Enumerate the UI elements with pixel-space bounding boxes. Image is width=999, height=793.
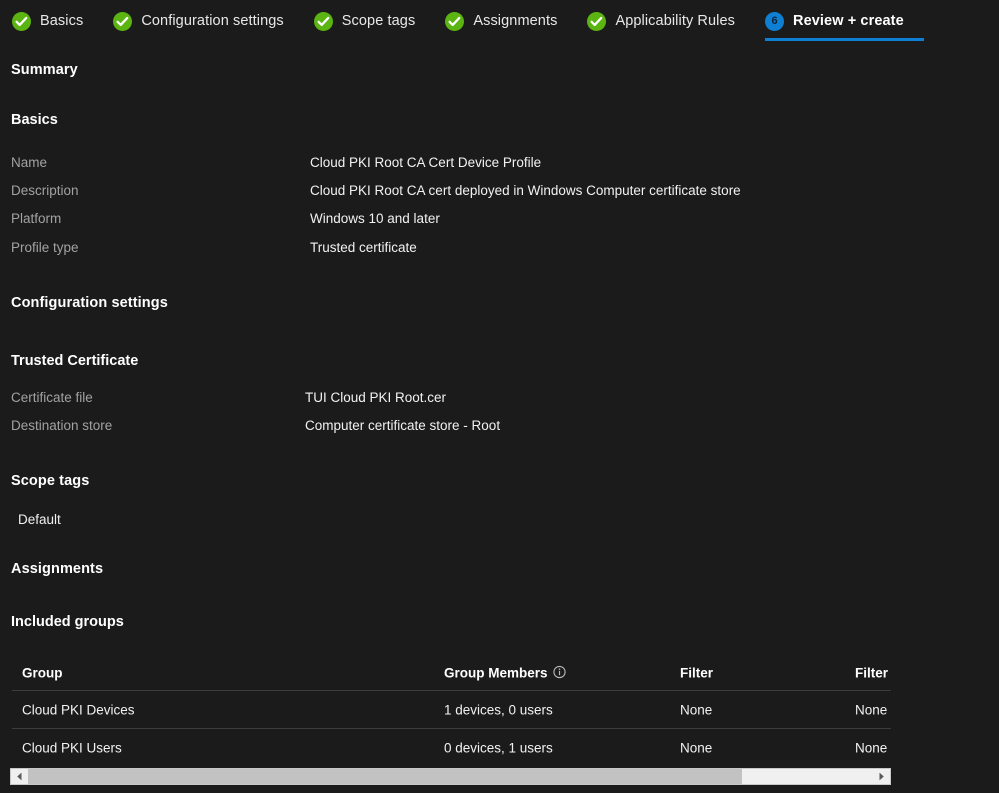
table-row[interactable]: Cloud PKI Devices 1 devices, 0 users Non…: [0, 691, 891, 729]
tab-label: Assignments: [473, 13, 558, 29]
basics-label-description: Description: [11, 183, 79, 198]
table-row[interactable]: Cloud PKI Users 0 devices, 1 users None …: [0, 729, 891, 767]
basics-value-name: Cloud PKI Root CA Cert Device Profile: [310, 155, 542, 170]
config-value-destination-store: Computer certificate store - Root: [305, 418, 501, 433]
config-label-certificate-file: Certificate file: [11, 390, 93, 405]
table-header-row: Group Group Members Filter Filter: [0, 655, 891, 691]
included-groups-table: Group Group Members Filter Filter Cloud …: [0, 655, 891, 767]
cell-filter-mode: None: [680, 740, 713, 756]
info-icon[interactable]: [552, 665, 566, 679]
configuration-settings-heading: Configuration settings: [11, 295, 168, 311]
check-circle-icon: [445, 11, 465, 31]
check-circle-icon: [113, 11, 133, 31]
review-create-page: Basics Configuration settings Scope tags…: [0, 0, 999, 793]
cell-group-members: 0 devices, 1 users: [444, 740, 553, 756]
scroll-right-button[interactable]: [873, 769, 890, 784]
scope-tag-item: Default: [18, 512, 61, 527]
check-circle-icon: [313, 11, 333, 31]
tab-assignments[interactable]: Assignments: [445, 0, 557, 42]
tab-label: Basics: [40, 13, 84, 29]
step-number-badge: 6: [765, 11, 785, 31]
basics-value-platform: Windows 10 and later: [310, 211, 440, 226]
summary-heading: Summary: [11, 62, 78, 78]
cell-group: Cloud PKI Devices: [22, 702, 135, 718]
cell-group: Cloud PKI Users: [22, 740, 122, 756]
tab-label: Configuration settings: [141, 13, 284, 29]
cell-filter-name: None: [855, 740, 888, 756]
wizard-tabstrip: Basics Configuration settings Scope tags…: [0, 0, 999, 42]
column-header-group[interactable]: Group: [22, 666, 63, 681]
column-header-filter-name[interactable]: Filter: [855, 666, 888, 681]
config-label-destination-store: Destination store: [11, 418, 113, 433]
included-groups-heading: Included groups: [11, 614, 124, 630]
column-header-filter-mode[interactable]: Filter: [680, 666, 713, 681]
tab-scope-tags[interactable]: Scope tags: [313, 0, 416, 42]
cell-filter-name: None: [855, 702, 888, 718]
check-circle-icon: [587, 11, 607, 31]
check-circle-icon: [12, 11, 31, 31]
column-header-group-members[interactable]: Group Members: [444, 666, 566, 681]
tab-applicability-rules[interactable]: Applicability Rules: [587, 0, 735, 42]
scrollbar-thumb[interactable]: [28, 769, 743, 784]
tab-configuration-settings[interactable]: Configuration settings: [113, 0, 284, 42]
scrollbar-track[interactable]: [28, 769, 873, 784]
scope-tags-heading: Scope tags: [11, 473, 90, 489]
chevron-right-icon: [879, 772, 884, 781]
tab-basics[interactable]: Basics: [12, 0, 83, 42]
basics-value-description: Cloud PKI Root CA cert deployed in Windo…: [310, 183, 741, 198]
basics-label-platform: Platform: [11, 211, 62, 226]
tab-label: Scope tags: [341, 13, 416, 29]
assignments-heading: Assignments: [11, 561, 104, 577]
cell-group-members: 1 devices, 0 users: [444, 702, 553, 718]
cell-filter-mode: None: [680, 702, 713, 718]
basics-value-profile-type: Trusted certificate: [310, 240, 417, 255]
basics-heading: Basics: [11, 112, 58, 128]
basics-label-name: Name: [11, 155, 48, 170]
tab-review-create[interactable]: 6 Review + create: [765, 0, 924, 42]
tab-label: Review + create: [793, 13, 904, 29]
chevron-left-icon: [17, 772, 22, 781]
basics-label-profile-type: Profile type: [11, 240, 79, 255]
column-header-group-members-label: Group Members: [444, 665, 548, 681]
tab-label: Applicability Rules: [615, 13, 736, 29]
scroll-left-button[interactable]: [11, 769, 28, 784]
horizontal-scrollbar[interactable]: [10, 768, 891, 785]
trusted-certificate-heading: Trusted Certificate: [11, 353, 139, 369]
config-value-certificate-file: TUI Cloud PKI Root.cer: [305, 390, 447, 405]
